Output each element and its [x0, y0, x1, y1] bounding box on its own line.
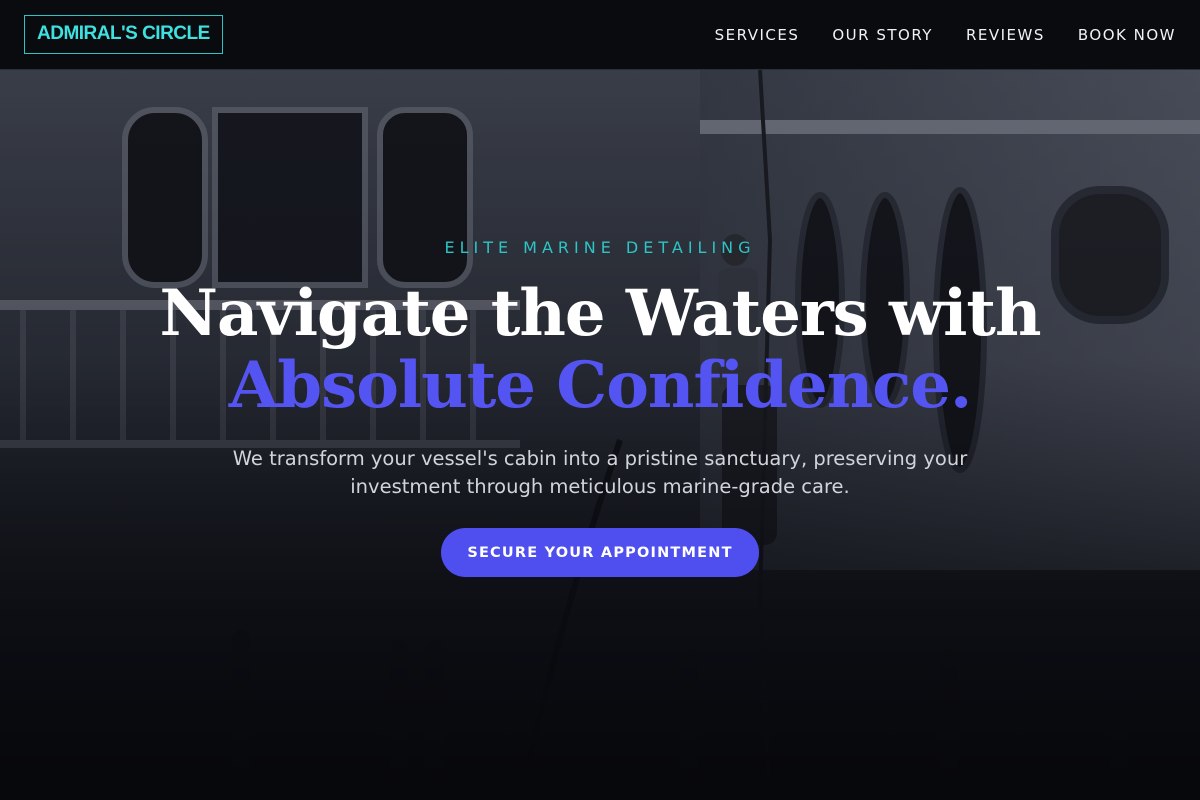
nav-links: SERVICES OUR STORY REVIEWS BOOK NOW	[715, 26, 1176, 44]
brand-logo[interactable]: ADMIRAL'S CIRCLE	[24, 15, 223, 54]
hero-headline: Navigate the Waters with Absolute Confid…	[0, 278, 1200, 422]
headline-line-1: Navigate the Waters with	[159, 276, 1042, 351]
hero-eyebrow: ELITE MARINE DETAILING	[444, 238, 756, 257]
nav-link-book-now[interactable]: BOOK NOW	[1078, 26, 1176, 44]
secure-appointment-button[interactable]: SECURE YOUR APPOINTMENT	[441, 528, 759, 577]
hero-subtitle: We transform your vessel's cabin into a …	[232, 447, 968, 498]
nav-link-services[interactable]: SERVICES	[715, 26, 800, 44]
nav-link-reviews[interactable]: REVIEWS	[966, 26, 1045, 44]
top-navbar: ADMIRAL'S CIRCLE SERVICES OUR STORY REVI…	[0, 0, 1200, 70]
nav-link-our-story[interactable]: OUR STORY	[832, 26, 933, 44]
headline-line-2: Absolute Confidence.	[228, 348, 973, 423]
hero-section: ELITE MARINE DETAILING Navigate the Wate…	[0, 0, 1200, 800]
